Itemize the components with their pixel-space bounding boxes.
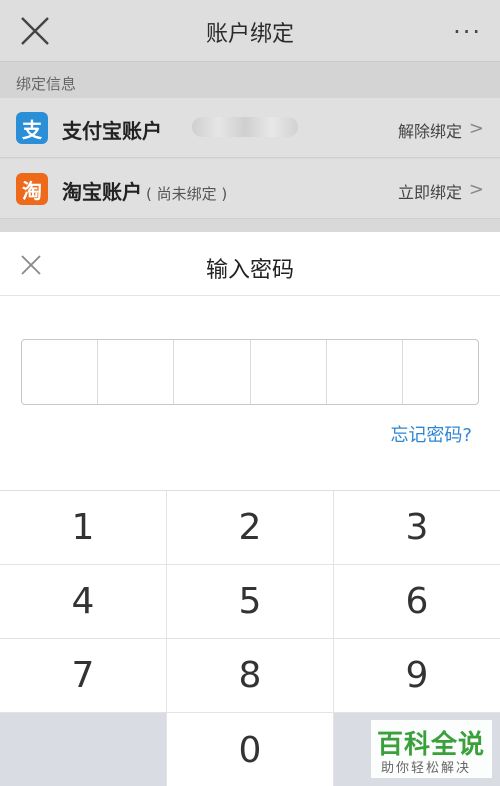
section-label: 绑定信息 [0, 62, 500, 98]
masked-account-id [192, 117, 298, 137]
key-0[interactable]: 0 [167, 713, 334, 786]
password-digit-cell [22, 340, 99, 404]
password-digit-cell [251, 340, 327, 404]
account-row-taobao[interactable]: 淘 淘宝账户( 尚未绑定 ) 立即绑定 > [0, 159, 500, 219]
password-digit-cell [327, 340, 403, 404]
alipay-icon: 支 [16, 112, 48, 144]
password-digit-cell [98, 340, 175, 404]
account-row-alipay[interactable]: 支 支付宝账户 解除绑定 > [0, 98, 500, 158]
watermark: 百科全说 助你轻松解决 [371, 720, 492, 778]
page-title: 账户绑定 [205, 22, 294, 47]
key-8[interactable]: 8 [167, 639, 334, 713]
key-5[interactable]: 5 [167, 565, 334, 639]
dialog-title: 输入密码 [205, 258, 294, 283]
account-name-text: 淘宝账户 [62, 180, 142, 204]
top-bar: 账户绑定 ··· [0, 0, 500, 62]
key-2[interactable]: 2 [167, 491, 334, 565]
account-name: 支付宝账户 [62, 119, 162, 143]
key-blank [0, 713, 167, 786]
unbind-button[interactable]: 解除绑定 [398, 118, 462, 142]
dialog-header: 输入密码 [0, 232, 500, 296]
bind-now-button[interactable]: 立即绑定 [398, 179, 462, 203]
account-name: 淘宝账户( 尚未绑定 ) [62, 176, 227, 205]
key-3[interactable]: 3 [334, 491, 500, 565]
forgot-password-link[interactable]: 忘记密码? [390, 421, 472, 447]
key-6[interactable]: 6 [334, 565, 500, 639]
chevron-right-icon: > [468, 118, 484, 139]
watermark-subtitle: 助你轻松解决 [381, 761, 472, 776]
account-status: ( 尚未绑定 ) [146, 185, 228, 203]
key-7[interactable]: 7 [0, 639, 167, 713]
password-digit-cell [403, 340, 478, 404]
taobao-icon: 淘 [16, 173, 48, 205]
key-9[interactable]: 9 [334, 639, 500, 713]
watermark-title: 百科全说 [377, 730, 486, 760]
password-dialog: 输入密码 忘记密码? 1 2 3 4 5 6 7 8 9 0 [0, 232, 500, 786]
password-input[interactable] [21, 339, 479, 405]
password-digit-cell [174, 340, 251, 404]
chevron-right-icon: > [468, 179, 484, 200]
key-1[interactable]: 1 [0, 491, 167, 565]
key-4[interactable]: 4 [0, 565, 167, 639]
more-icon[interactable]: ··· [453, 18, 482, 46]
